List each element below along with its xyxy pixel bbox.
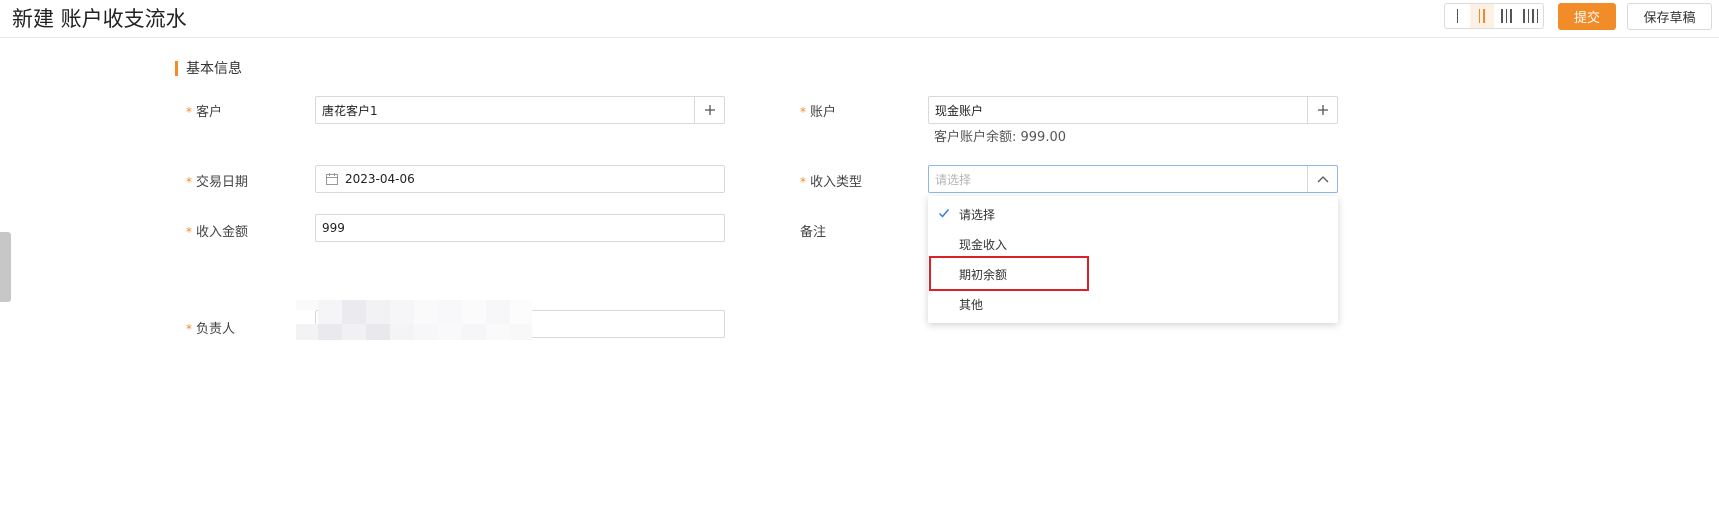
add-customer-button[interactable] bbox=[694, 97, 724, 123]
required-mark: * bbox=[186, 105, 192, 119]
trade-date-picker[interactable]: 2023-04-06 bbox=[315, 165, 725, 193]
remark-label: 备注 bbox=[800, 225, 827, 240]
plus-icon bbox=[1317, 105, 1328, 115]
trade-date-label: * 交易日期 bbox=[186, 175, 249, 190]
account-label: * 账户 bbox=[800, 105, 837, 120]
section-title: 基本信息 bbox=[186, 61, 242, 77]
required-mark: * bbox=[186, 225, 192, 239]
four-bars-icon bbox=[1523, 9, 1539, 23]
chevron-up-button[interactable] bbox=[1307, 166, 1337, 192]
customer-value: 唐花客户1 bbox=[322, 103, 378, 118]
dropdown-option[interactable]: 期初余额 bbox=[928, 259, 1338, 289]
redacted-owner-value bbox=[296, 300, 546, 340]
account-field[interactable]: 现金账户 bbox=[928, 96, 1338, 124]
dropdown-option[interactable]: 请选择 bbox=[928, 199, 1338, 229]
dropdown-option[interactable]: 其他 bbox=[928, 289, 1338, 319]
check-icon bbox=[938, 209, 950, 218]
section-marker bbox=[175, 61, 178, 76]
sidebar-toggle-handle[interactable] bbox=[0, 232, 11, 302]
income-amount-value: 999 bbox=[322, 221, 345, 235]
owner-label: * 负责人 bbox=[186, 322, 236, 337]
two-bars-icon bbox=[1478, 9, 1485, 23]
income-type-select[interactable]: 请选择 bbox=[928, 165, 1338, 193]
page-header: 新建 账户收支流水 提交 保存草稿 bbox=[0, 0, 1719, 38]
submit-button[interactable]: 提交 bbox=[1558, 3, 1616, 30]
trade-date-value: 2023-04-06 bbox=[345, 172, 415, 186]
layout-switcher bbox=[1444, 3, 1544, 29]
account-balance-hint: 客户账户余额: 999.00 bbox=[934, 130, 1066, 145]
page-title: 新建 账户收支流水 bbox=[12, 7, 187, 31]
one-bar-icon bbox=[1456, 9, 1458, 23]
three-bars-icon bbox=[1501, 9, 1512, 23]
chevron-up-icon bbox=[1317, 176, 1328, 183]
customer-field[interactable]: 唐花客户1 bbox=[315, 96, 725, 124]
income-type-label: * 收入类型 bbox=[800, 175, 863, 190]
layout-4-column-button[interactable] bbox=[1519, 4, 1544, 28]
required-mark: * bbox=[186, 175, 192, 189]
customer-label: * 客户 bbox=[186, 105, 223, 120]
required-mark: * bbox=[186, 322, 192, 336]
income-type-dropdown: 请选择 现金收入 期初余额 其他 bbox=[928, 196, 1338, 323]
required-mark: * bbox=[800, 105, 806, 119]
account-value: 现金账户 bbox=[935, 103, 984, 118]
income-amount-field[interactable]: 999 bbox=[315, 214, 725, 242]
layout-3-column-button[interactable] bbox=[1494, 4, 1519, 28]
income-amount-label: * 收入金额 bbox=[186, 225, 249, 240]
add-account-button[interactable] bbox=[1307, 97, 1337, 123]
layout-2-column-button[interactable] bbox=[1469, 4, 1494, 28]
save-draft-button[interactable]: 保存草稿 bbox=[1627, 3, 1712, 30]
required-mark: * bbox=[800, 175, 806, 189]
calendar-icon bbox=[326, 173, 338, 185]
plus-icon bbox=[704, 105, 715, 115]
dropdown-option[interactable]: 现金收入 bbox=[928, 229, 1338, 259]
layout-1-column-button[interactable] bbox=[1445, 4, 1470, 28]
income-type-placeholder: 请选择 bbox=[935, 172, 972, 187]
